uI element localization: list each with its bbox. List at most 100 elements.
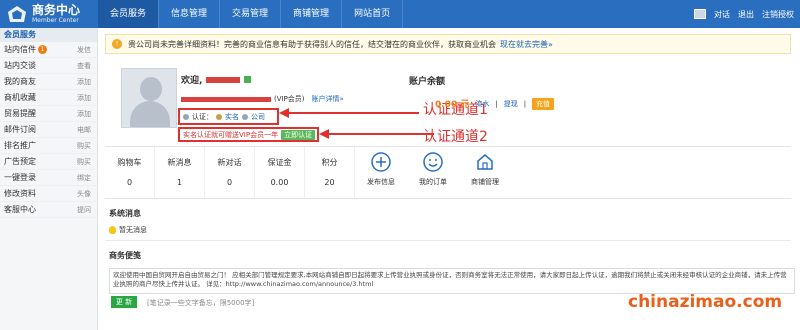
vip-line: (VIP会员) 账户详情» [181,94,344,104]
auth-label: 认证： [192,112,213,121]
shop-management-button[interactable]: 商铺管理 [459,147,511,198]
tab-shop-management[interactable]: 商铺管理 [281,0,343,28]
sidebar-item-trade-alerts[interactable]: 贸易提醒 添加 [0,106,97,122]
sidebar-item-favorites[interactable]: 商机收藏 添加 [0,90,97,106]
sidebar-item-one-click-login[interactable]: 一键登录 绑定 [0,170,97,186]
sidebar-action[interactable]: 添加 [77,109,91,119]
logo[interactable]: 商务中心 Member Center [6,2,98,26]
sidebar-item-label: 商机收藏 [4,93,36,102]
smiley-icon [423,152,443,172]
bulb-icon [109,226,116,234]
sidebar-item-chat[interactable]: 站内交谈 查看 [0,58,97,74]
stats-bar: 购物车 0 新消息 1 新对话 0 保证金 0.00 积分 20 发布信息 我的订单 商铺… [105,146,791,199]
plus-circle-icon [371,152,391,172]
welcome-text: 欢迎, [181,76,203,86]
business-notes-title: 商务便笺 [109,251,141,260]
sidebar-item-ranking[interactable]: 排名推广 购买 [0,138,97,154]
transactions-link[interactable]: 流水 [475,99,489,109]
tab-info-management[interactable]: 信息管理 [159,0,221,28]
stat-label: 新对话 [217,158,242,167]
logout-link[interactable]: 退出 [738,9,754,20]
company-icon [242,113,248,120]
sidebar-item-messages[interactable]: 站内信件 1 发信 [0,42,97,58]
sidebar-item-label: 修改资料 [4,189,36,198]
sidebar-action[interactable]: 查看 [77,61,91,71]
realname-icon [216,113,222,120]
system-message-text: 暂无消息 [119,226,147,234]
sidebar-item-ads[interactable]: 广告预定 购买 [0,154,97,170]
stat-value: 0 [126,178,133,187]
auth-channel-1: 认证： 实名 公司 [178,108,279,125]
avatar[interactable] [121,68,177,128]
withdraw-link[interactable]: 提现 [504,99,518,109]
logo-title: 商务中心 [32,2,81,17]
arrow-icon [319,129,434,139]
sidebar-action[interactable]: 头像 [77,189,91,199]
sidebar-action[interactable]: 添加 [77,93,91,103]
sidebar-action[interactable]: 购买 [77,141,91,151]
feature-label: 我的订单 [419,178,447,186]
sidebar-action[interactable]: 购买 [77,157,91,167]
avatar-head-shape [140,77,162,101]
stat-value: 0 [226,178,233,187]
logo-icon [8,6,26,22]
account-details-link[interactable]: 账户详情» [312,94,344,104]
online-status-icon [244,76,252,83]
stat-points[interactable]: 积分 20 [305,147,355,198]
feature-label: 商铺管理 [471,178,499,186]
logo-subtitle: Member Center [32,16,79,24]
tab-site-home[interactable]: 网站首页 [342,0,404,28]
sidebar-item-friends[interactable]: 我的商友 添加 [0,74,97,90]
sidebar-item-email-subscribe[interactable]: 邮件订阅 电邮 [0,122,97,138]
sidebar-item-label: 邮件订阅 [4,125,36,134]
main-nav: 会员服务 信息管理 交易管理 商铺管理 网站首页 [98,0,404,28]
sidebar-action[interactable]: 绑定 [77,173,91,183]
stat-label: 新消息 [167,158,192,167]
update-button[interactable]: 更 新 [111,296,137,308]
sidebar-action[interactable]: 发信 [77,45,91,55]
tab-trade-management[interactable]: 交易管理 [220,0,282,28]
my-orders-button[interactable]: 我的订单 [407,147,459,198]
sidebar-item-label: 排名推广 [4,141,36,150]
certify-now-button[interactable]: 立即认证 [281,129,316,140]
stat-label: 积分 [321,158,338,167]
arrow-icon [279,108,419,118]
info-icon: ! [112,39,122,49]
stat-cart[interactable]: 购物车 0 [105,147,155,198]
sidebar: 会员服务 站内信件 1 发信 站内交谈 查看 我的商友 添加 商机收藏 添加 贸易提醒添… [0,28,98,330]
top-right-links: 对话 退出 注销授权 [694,0,794,28]
publish-info-button[interactable]: 发布信息 [355,147,407,198]
sidebar-item-label: 客服中心 [4,205,36,214]
chat-link[interactable]: 对话 [714,9,730,20]
stat-label: 保证金 [267,158,292,167]
sidebar-action[interactable]: 添加 [77,77,91,87]
business-notes-textarea[interactable]: 欢迎使用中国自贸网开启自由贸易之门！ 应相关部门管理规定要求,本网站商铺自即日起… [109,268,795,294]
divider [105,240,791,241]
balance-amount: 0.00 元 [435,100,470,110]
sidebar-action[interactable]: 提问 [77,205,91,215]
tab-member-service[interactable]: 会员服务 [98,0,160,28]
stat-deposit[interactable]: 保证金 0.00 [255,147,305,198]
complete-profile-link[interactable]: 现在就去完善» [500,39,553,50]
vip-promo-text: 实名认证就可赠送VIP会员一年 [183,130,279,139]
home-icon [477,154,493,170]
notice-text: 贵公司尚未完善详细资料！完善的商业信息有助于获得别人的信任，结交潜在的商业伙伴，… [128,39,496,49]
sidebar-item-label: 贸易提醒 [4,109,36,118]
balance-title: 账户余额 [409,77,446,87]
system-message-item: 暂无消息 [109,225,147,235]
sidebar-action[interactable]: 电邮 [77,125,91,135]
sidebar-item-edit-profile[interactable]: 修改资料 头像 [0,186,97,202]
balance-panel: 账户余额 0.00 元 流水 | 提现 | 充值 [409,74,769,110]
stat-messages[interactable]: 新消息 1 [155,147,205,198]
avatar-body-shape [130,101,170,127]
stat-chats[interactable]: 新对话 0 [205,147,255,198]
user-avatar-icon [694,9,706,19]
revoke-auth-link[interactable]: 注销授权 [762,9,794,20]
realname-auth-link[interactable]: 实名 [225,112,239,122]
shield-icon [183,113,189,120]
sidebar-item-support[interactable]: 客服中心 提问 [0,202,97,218]
sidebar-item-label: 站内信件 [4,45,36,54]
recharge-button[interactable]: 充值 [532,97,555,110]
notes-hint: [笔记录一些文字备忘，限5000字] [147,299,255,307]
company-auth-link[interactable]: 公司 [251,112,265,122]
